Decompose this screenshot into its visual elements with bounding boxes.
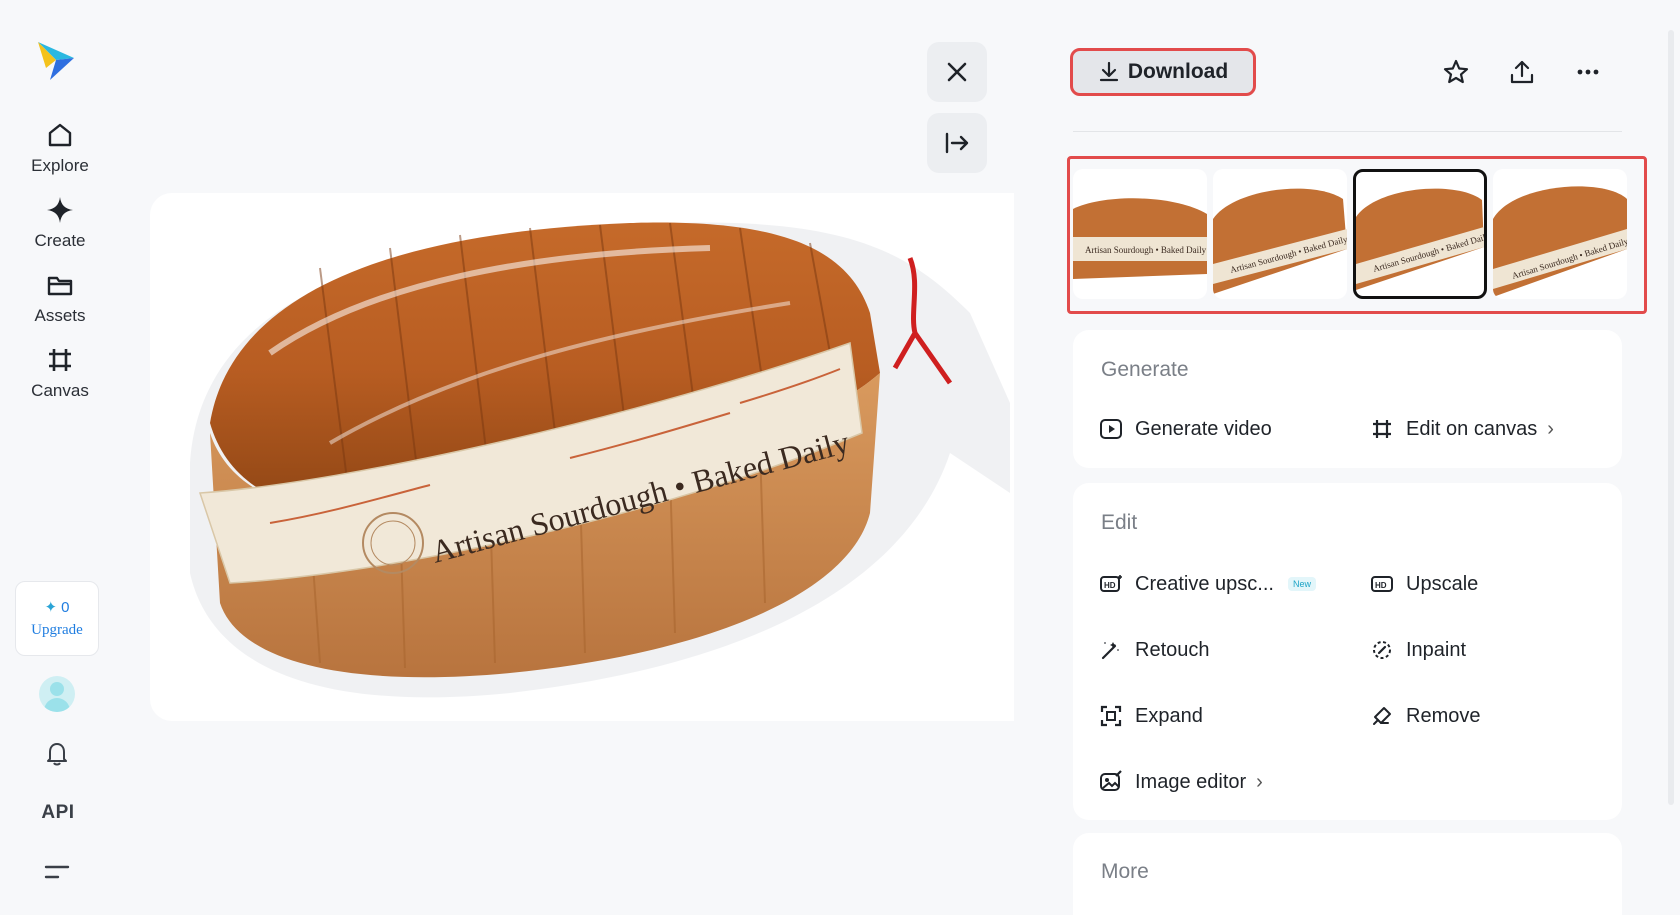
crop-icon [49, 349, 71, 371]
expand-button[interactable]: Expand [1099, 704, 1203, 728]
download-icon [1099, 61, 1118, 82]
home-icon [48, 123, 72, 147]
menu-icon[interactable] [44, 864, 70, 880]
edit-on-canvas-button[interactable]: Edit on canvas › [1370, 417, 1554, 441]
thumbnail-1[interactable]: Artisan Sourdough • Baked Daily [1073, 169, 1207, 299]
sidebar-item-label: Assets [34, 306, 86, 325]
scrollbar[interactable] [1668, 30, 1674, 805]
generate-video-button[interactable]: Generate video [1099, 417, 1272, 441]
upscale-button[interactable]: HD Upscale [1370, 572, 1478, 596]
hd-icon: HD [1371, 576, 1393, 592]
sidebar-item-canvas[interactable]: Canvas [0, 345, 120, 411]
divider [1073, 131, 1622, 132]
svg-text:HD: HD [1104, 581, 1116, 590]
credits-count: ✦ 0 [44, 598, 70, 617]
new-badge: New [1287, 577, 1316, 591]
more-section: More [1073, 833, 1622, 915]
share-icon [1510, 60, 1534, 84]
magic-wand-icon [1101, 642, 1119, 660]
thumbnail-4[interactable]: Artisan Sourdough • Baked Daily [1493, 169, 1627, 299]
more-horizontal-icon [1577, 69, 1599, 75]
share-button[interactable] [1502, 52, 1542, 92]
inpaint-button[interactable]: Inpaint [1370, 638, 1466, 662]
thumbnail-3[interactable]: Artisan Sourdough • Baked Daily [1353, 169, 1487, 299]
more-options-button[interactable] [1568, 52, 1608, 92]
edit-section: Edit HD Creative upsc... New HD Upscale … [1073, 483, 1622, 820]
close-button[interactable] [927, 42, 987, 102]
thumbnail-2[interactable]: Artisan Sourdough • Baked Daily [1213, 169, 1347, 299]
creative-upscale-button[interactable]: HD Creative upsc... New [1099, 572, 1316, 596]
eraser-icon [1373, 707, 1391, 725]
chevron-right-icon: › [1547, 417, 1554, 440]
image-edit-icon [1100, 770, 1122, 791]
generated-image[interactable]: Artisan Sourdough • Baked Daily [150, 193, 1014, 721]
retouch-button[interactable]: Retouch [1099, 638, 1210, 662]
upgrade-label: Upgrade [31, 622, 83, 638]
sidebar-item-create[interactable]: Create [0, 195, 120, 261]
remove-button[interactable]: Remove [1370, 704, 1480, 728]
generate-section: Generate Generate video Edit on canvas › [1073, 330, 1622, 468]
chevron-right-icon: › [1256, 770, 1263, 793]
sparkle-icon: ✦ [44, 599, 58, 616]
sidebar-item-label: Canvas [31, 381, 89, 400]
hd-plus-icon: HD [1100, 575, 1122, 592]
video-play-icon [1100, 419, 1122, 439]
sidebar-item-assets[interactable]: Assets [0, 270, 120, 336]
crop-icon [1373, 420, 1391, 438]
section-title: More [1101, 860, 1149, 883]
sidebar-item-explore[interactable]: Explore [0, 120, 120, 186]
sidebar-item-label: Create [34, 231, 86, 250]
expand-icon [1100, 705, 1122, 727]
image-editor-button[interactable]: Image editor › [1099, 770, 1263, 794]
download-button[interactable]: Download [1070, 48, 1256, 96]
sparkle-icon [47, 197, 73, 223]
close-icon [947, 62, 967, 82]
sidebar-item-label: Explore [31, 156, 89, 175]
upgrade-button[interactable]: ✦ 0 Upgrade [15, 581, 99, 656]
app: Explore Create Assets Canvas ✦ 0 Upgrade [0, 0, 1680, 915]
section-title: Generate [1101, 358, 1189, 381]
download-label: Download [1127, 60, 1229, 83]
section-title: Edit [1101, 511, 1138, 534]
favorite-button[interactable] [1436, 52, 1476, 92]
star-icon [1443, 59, 1469, 84]
logo[interactable] [36, 38, 76, 82]
bell-icon[interactable] [42, 738, 72, 768]
collapse-panel-button[interactable] [927, 113, 987, 173]
sidebar: Explore Create Assets Canvas ✦ 0 Upgrade [0, 0, 120, 915]
collapse-right-icon [945, 132, 969, 154]
svg-text:HD: HD [1375, 581, 1387, 590]
svg-text:Artisan Sourdough • Baked Dail: Artisan Sourdough • Baked Daily [1085, 245, 1207, 255]
inpaint-icon [1373, 641, 1391, 659]
variation-thumbnails: Artisan Sourdough • Baked Daily Artisan … [1067, 156, 1647, 314]
avatar[interactable] [39, 676, 75, 712]
api-link[interactable]: API [36, 802, 80, 824]
folder-icon [47, 276, 73, 296]
bread-image: Artisan Sourdough • Baked Daily [190, 222, 1010, 698]
